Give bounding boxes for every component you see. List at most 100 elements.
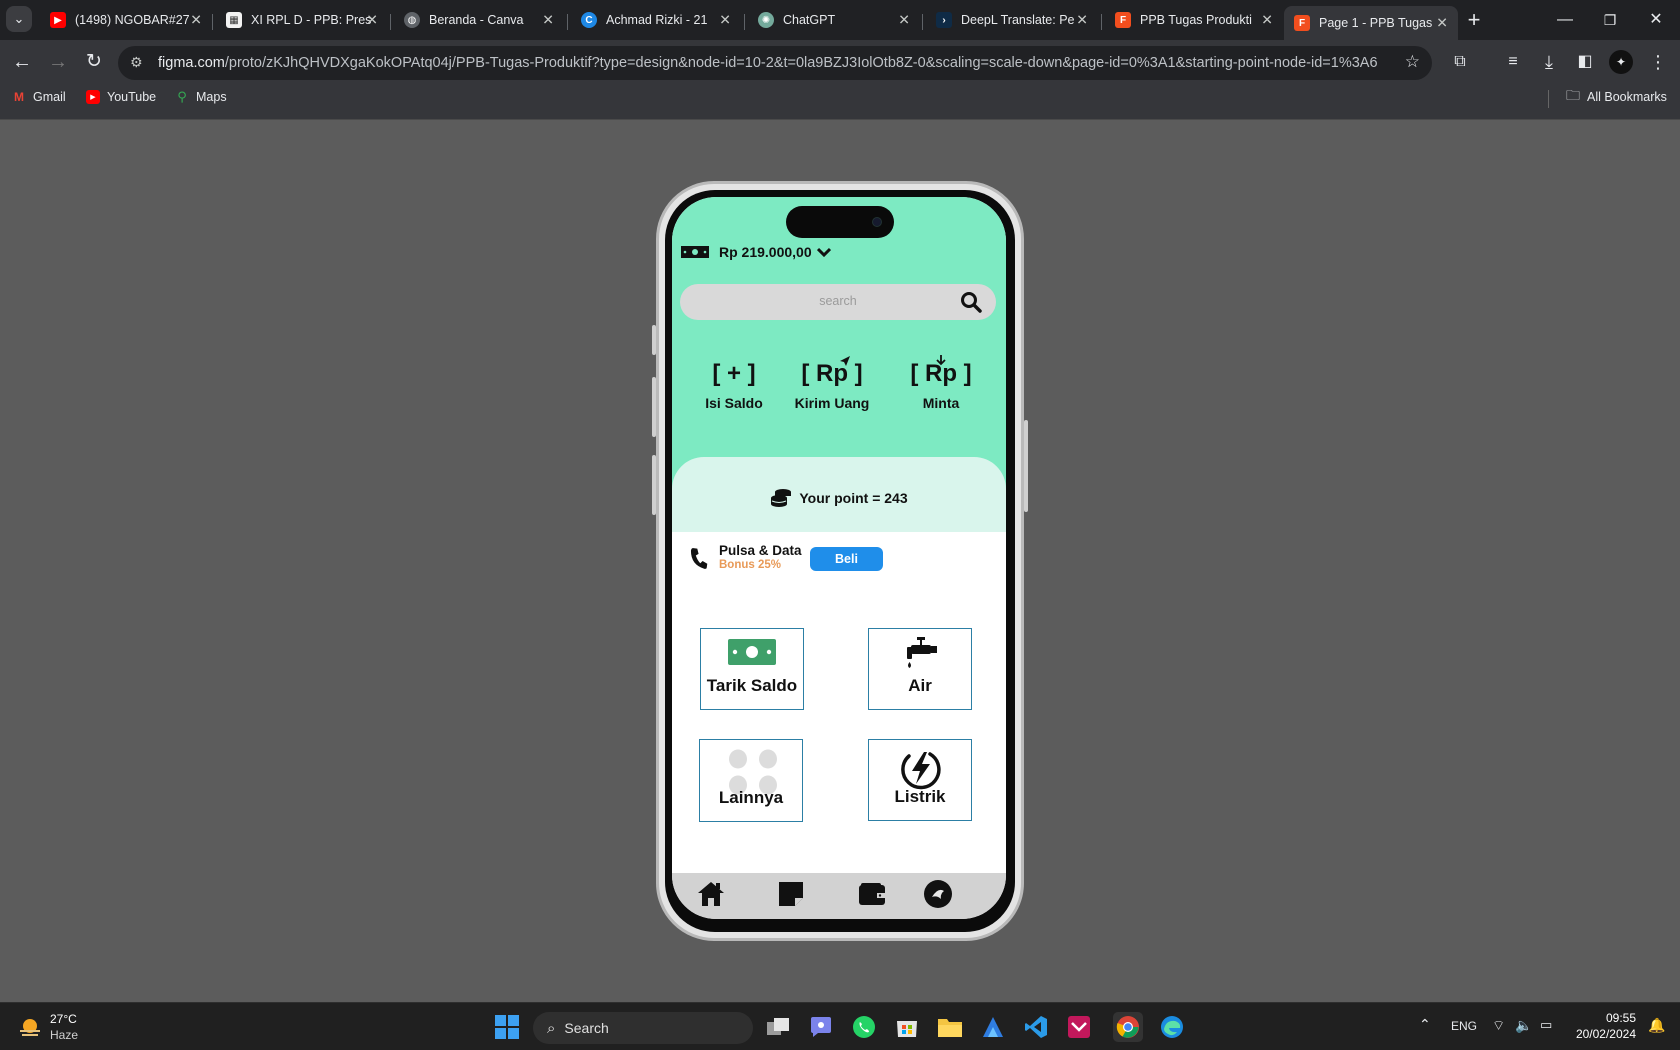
profile-avatar[interactable]: ✦	[1609, 50, 1633, 74]
close-icon[interactable]: ✕	[898, 12, 910, 29]
tab-title: Beranda - Canva	[429, 13, 524, 27]
notification-bell-icon[interactable]: 🔔	[1648, 1017, 1665, 1034]
close-icon[interactable]: ✕	[719, 12, 731, 29]
phone-screen: Rp 219.000,00 search [ + ] Isi Saldo [ R…	[672, 197, 1006, 919]
chevron-down-icon[interactable]	[816, 247, 831, 257]
tile-tarik-saldo[interactable]: Tarik Saldo	[700, 628, 804, 710]
taskbar: 27°C Haze ⌕ Search ⌃ ENG ⌔ 🔈 ▭ 09:55 20/…	[0, 1002, 1680, 1050]
all-bookmarks-button[interactable]: 🗀 All Bookmarks	[1566, 87, 1667, 104]
media-control-icon[interactable]: ≡	[1499, 48, 1527, 76]
bottom-nav	[672, 873, 1006, 919]
lightning-icon	[901, 752, 941, 790]
profile-avatar[interactable]	[924, 880, 952, 908]
bookmark-gmail[interactable]: M Gmail	[12, 90, 66, 104]
search-placeholder: search	[819, 294, 857, 308]
vscode-icon[interactable]	[1021, 1012, 1051, 1042]
paper-plane-icon	[840, 356, 850, 366]
app-icon[interactable]	[978, 1012, 1008, 1042]
tab-figma-prototype[interactable]: F Page 1 - PPB Tugas ✕	[1284, 6, 1458, 40]
water-tap-icon	[907, 637, 937, 668]
balance-selector[interactable]: Rp 219.000,00	[680, 244, 831, 260]
url-host: figma.com	[158, 55, 225, 71]
weather-widget[interactable]: 27°C Haze	[16, 1012, 100, 1044]
bookmark-maps[interactable]: ⚲ Maps	[175, 89, 227, 104]
chrome-menu-icon[interactable]: ⋮	[1644, 48, 1672, 76]
phone-icon	[690, 547, 708, 569]
tab-slides[interactable]: ▦ XI RPL D - PPB: Pres ✕	[216, 6, 388, 34]
wallet-icon[interactable]	[857, 879, 887, 909]
tile-lainnya[interactable]: Lainnya	[699, 739, 803, 822]
close-icon[interactable]: ✕	[1261, 12, 1273, 29]
bookmark-label: Maps	[196, 90, 227, 104]
store-icon[interactable]	[892, 1012, 922, 1042]
start-icon[interactable]	[492, 1012, 522, 1042]
tab-search-button[interactable]: ⌄	[6, 6, 32, 32]
restore-icon[interactable]: ❐	[1596, 6, 1624, 34]
window-close-icon[interactable]: ✕	[1642, 6, 1670, 34]
chatgpt-icon: ✺	[758, 12, 774, 28]
app-icon[interactable]	[1064, 1012, 1094, 1042]
tile-label: Air	[908, 676, 932, 695]
side-panel-icon[interactable]: ◧	[1571, 48, 1599, 76]
search-icon[interactable]	[960, 291, 982, 313]
tab-canva-design[interactable]: C Achmad Rizki - 21 ✕	[571, 6, 741, 34]
figma-icon: F	[1294, 15, 1310, 31]
bookmark-youtube[interactable]: ▶ YouTube	[86, 90, 156, 104]
wifi-icon[interactable]: ⌔	[1492, 1017, 1505, 1035]
tile-label: Listrik	[894, 787, 946, 806]
youtube-icon: ▶	[86, 90, 100, 104]
figma-icon: F	[1115, 12, 1131, 28]
action-label: Isi Saldo	[705, 395, 763, 411]
deepl-icon: ›	[936, 12, 952, 28]
tab-chatgpt[interactable]: ✺ ChatGPT ✕	[748, 6, 920, 34]
tab-canva-home[interactable]: ◍ Beranda - Canva ✕	[394, 6, 564, 34]
search-input[interactable]: search	[680, 284, 996, 320]
request-money-icon: [ Rp ]	[901, 355, 981, 391]
tab-figma-file[interactable]: F PPB Tugas Produkti ✕	[1105, 6, 1283, 34]
send-money-icon: [ Rp ]	[792, 356, 872, 391]
edge-icon[interactable]	[1157, 1012, 1187, 1042]
chrome-icon[interactable]	[1113, 1012, 1143, 1042]
file-explorer-icon[interactable]	[935, 1012, 965, 1042]
minimize-icon[interactable]: —	[1551, 6, 1579, 34]
home-icon[interactable]	[696, 879, 726, 909]
volume-icon[interactable]: 🔈	[1515, 1017, 1532, 1034]
close-icon[interactable]: ✕	[1076, 12, 1088, 29]
close-icon[interactable]: ✕	[366, 12, 378, 29]
download-icon[interactable]: ⤓	[1535, 48, 1563, 76]
extensions-icon[interactable]: ⧉	[1446, 48, 1474, 76]
pulsa-data-row[interactable]: Pulsa & Data Bonus 25%	[688, 543, 802, 572]
new-tab-button[interactable]: +	[1460, 6, 1488, 34]
back-icon[interactable]: ←	[8, 48, 36, 76]
tile-listrik[interactable]: Listrik	[868, 739, 972, 821]
close-icon[interactable]: ✕	[190, 12, 202, 29]
forward-icon[interactable]: →	[44, 48, 72, 76]
language-indicator[interactable]: ENG	[1451, 1019, 1477, 1033]
address-bar[interactable]: ⚙ figma.com/proto/zKJhQHVDXgaKokOPAtq04j…	[118, 46, 1432, 80]
whatsapp-icon[interactable]	[849, 1012, 879, 1042]
balance-amount: Rp 219.000,00	[719, 244, 812, 260]
site-info-icon[interactable]: ⚙	[130, 54, 143, 71]
arrow-down-icon	[936, 355, 946, 366]
taskbar-search[interactable]: ⌕ Search	[533, 1012, 753, 1044]
dynamic-island	[786, 206, 894, 238]
close-icon[interactable]: ✕	[1436, 15, 1448, 32]
tab-youtube[interactable]: ▶ (1498) NGOBAR#27 ✕	[40, 6, 212, 34]
teams-chat-icon[interactable]	[806, 1012, 836, 1042]
tab-deepl[interactable]: › DeepL Translate: Pe ✕	[926, 6, 1098, 34]
close-icon[interactable]: ✕	[542, 12, 554, 29]
buy-button[interactable]: Beli	[810, 547, 883, 571]
weather-temp: 27°C	[50, 1012, 77, 1026]
bookmark-star-icon[interactable]: ☆	[1405, 52, 1420, 72]
kirim-uang-button[interactable]: [ Rp ] Kirim Uang	[792, 356, 872, 411]
tray-overflow-icon[interactable]: ⌃	[1419, 1016, 1431, 1033]
task-view-icon[interactable]	[763, 1012, 793, 1042]
reload-icon[interactable]: ↻	[80, 48, 108, 76]
minta-button[interactable]: [ Rp ] Minta	[901, 355, 981, 411]
tile-air[interactable]: Air	[868, 628, 972, 710]
isi-saldo-button[interactable]: [ + ] Isi Saldo	[694, 357, 774, 411]
tab-title: Page 1 - PPB Tugas	[1319, 16, 1433, 30]
clock[interactable]: 09:55 20/02/2024	[1570, 1010, 1636, 1042]
notes-icon[interactable]	[776, 879, 806, 909]
battery-icon[interactable]: ▭	[1540, 1017, 1552, 1033]
